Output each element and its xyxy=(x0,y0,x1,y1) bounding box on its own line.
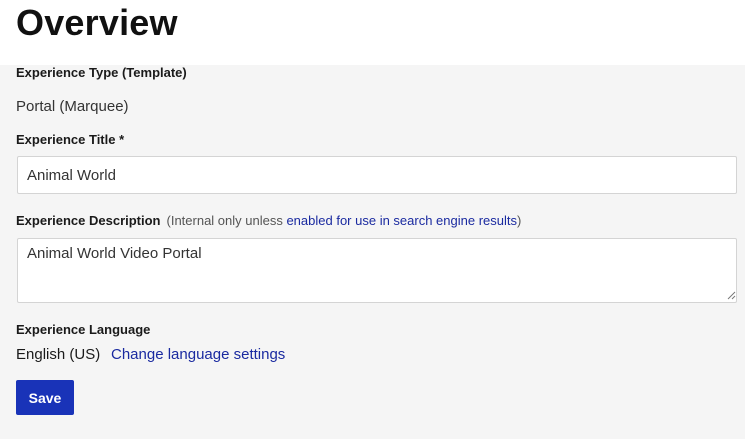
page-title: Overview xyxy=(16,2,178,43)
experience-type-label: Experience Type (Template) xyxy=(16,65,187,80)
description-hint-suffix: ) xyxy=(517,213,522,228)
resize-handle-icon[interactable] xyxy=(727,291,736,300)
experience-description-label-text: Experience Description xyxy=(16,213,161,228)
description-hint: (Internal only unless enabled for use in… xyxy=(167,213,522,228)
experience-description-label: Experience Description (Internal only unl… xyxy=(16,213,521,228)
experience-title-input[interactable] xyxy=(17,156,737,194)
experience-description-textarea[interactable]: Animal World Video Portal xyxy=(17,238,737,303)
experience-title-label: Experience Title * xyxy=(16,132,125,147)
experience-language-label: Experience Language xyxy=(16,322,151,337)
experience-language-value: English (US) xyxy=(16,346,101,363)
save-button[interactable]: Save xyxy=(16,380,74,415)
experience-type-value: Portal (Marquee) xyxy=(16,98,129,115)
change-language-settings-link[interactable]: Change language settings xyxy=(111,346,285,363)
description-hint-prefix: (Internal only unless xyxy=(166,213,287,228)
page-header: Overview xyxy=(0,0,745,65)
search-engine-results-link[interactable]: enabled for use in search engine results xyxy=(286,213,517,228)
